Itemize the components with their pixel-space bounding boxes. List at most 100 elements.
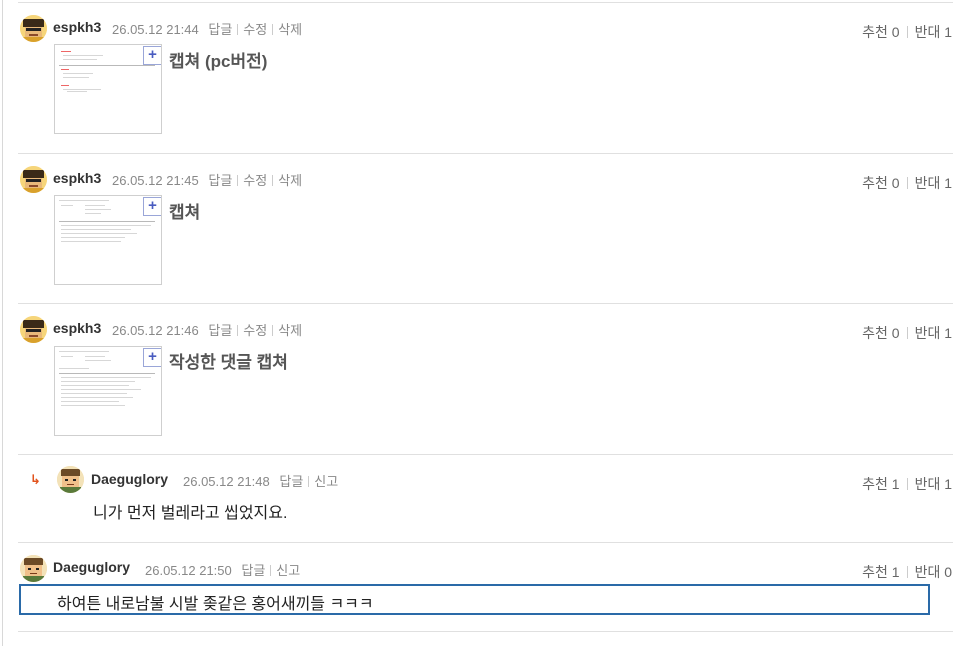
expand-icon[interactable]: + xyxy=(143,197,161,216)
image-thumbnail[interactable]: + xyxy=(54,346,162,436)
delete-link[interactable]: 삭제 xyxy=(278,22,302,37)
comment-meta: 26.05.12 21:50 답글 신고 xyxy=(145,560,300,579)
comment-datetime: 26.05.12 21:50 xyxy=(145,563,232,578)
image-thumbnail[interactable]: + xyxy=(54,44,162,134)
edit-link[interactable]: 수정 xyxy=(243,323,267,338)
report-link[interactable]: 신고 xyxy=(314,474,338,489)
avatar xyxy=(20,555,47,582)
comment-meta: 26.05.12 21:44 답글 수정 삭제 xyxy=(112,19,302,38)
comment-caption: 작성한 댓글 캡쳐 xyxy=(169,353,288,372)
thumbnail-detail xyxy=(67,91,87,92)
oppose-button[interactable]: 반대 1 xyxy=(915,325,952,341)
comment-author[interactable]: espkh3 xyxy=(53,320,101,336)
reply-link[interactable]: 답글 xyxy=(241,563,265,578)
thumbnail-detail xyxy=(59,351,109,352)
vote-box: 추천 1 반대 1 xyxy=(862,474,952,494)
reply-link[interactable]: 답글 xyxy=(208,323,232,338)
comment-caption: 캡쳐 (pc버전) xyxy=(169,52,268,71)
vote-box: 추천 0 반대 1 xyxy=(862,173,952,193)
thumbnail-detail xyxy=(59,373,155,374)
left-border-line xyxy=(2,0,3,646)
reply-link[interactable]: 답글 xyxy=(208,173,232,188)
thumbnail-detail xyxy=(85,360,111,361)
comment-author[interactable]: Daeguglory xyxy=(53,559,130,575)
thumbnail-detail xyxy=(61,405,125,406)
comment-meta: 26.05.12 21:48 답글 신고 xyxy=(183,471,338,490)
thumbnail-detail xyxy=(61,229,131,230)
vote-box: 추천 1 반대 0 xyxy=(862,562,952,582)
separator xyxy=(272,325,274,336)
comment-author[interactable]: Daeguglory xyxy=(91,471,168,487)
thumbnail-detail xyxy=(61,233,137,234)
vote-box: 추천 0 반대 1 xyxy=(862,323,952,343)
oppose-button[interactable]: 반대 1 xyxy=(915,175,952,191)
thumbnail-detail xyxy=(85,213,101,214)
thumbnail-detail xyxy=(59,368,89,369)
thumbnail-detail xyxy=(61,393,127,394)
thumbnail-detail xyxy=(61,225,151,226)
recommend-button[interactable]: 추천 1 xyxy=(862,476,899,492)
thumbnail-detail xyxy=(59,221,155,222)
image-thumbnail[interactable]: + xyxy=(54,195,162,285)
comment-datetime: 26.05.12 21:44 xyxy=(112,22,199,37)
expand-icon[interactable]: + xyxy=(143,46,161,65)
separator xyxy=(272,24,274,35)
report-link[interactable]: 신고 xyxy=(276,563,300,578)
recommend-button[interactable]: 추천 0 xyxy=(862,325,899,341)
reply-link[interactable]: 답글 xyxy=(208,22,232,37)
comment-datetime: 26.05.12 21:46 xyxy=(112,323,199,338)
recommend-button[interactable]: 추천 1 xyxy=(862,564,899,580)
thumbnail-detail xyxy=(59,200,109,201)
separator xyxy=(272,175,274,186)
comment-author[interactable]: espkh3 xyxy=(53,170,101,186)
thumbnail-detail xyxy=(63,73,93,74)
avatar xyxy=(20,15,47,42)
thumbnail-detail xyxy=(85,209,111,210)
divider xyxy=(18,542,953,543)
divider xyxy=(18,2,953,3)
comment-caption: 캡쳐 xyxy=(169,203,201,222)
avatar xyxy=(20,316,47,343)
edit-link[interactable]: 수정 xyxy=(243,173,267,188)
reply-link[interactable]: 답글 xyxy=(279,474,303,489)
comment-text: 니가 먼저 벌레라고 씹었지요. xyxy=(93,505,288,522)
reply-arrow-icon: ↳ xyxy=(30,472,41,487)
thumbnail-detail xyxy=(61,85,69,86)
thumbnail-detail xyxy=(63,89,101,90)
avatar xyxy=(57,466,84,493)
comment-datetime: 26.05.12 21:45 xyxy=(112,173,199,188)
oppose-button[interactable]: 반대 1 xyxy=(915,24,952,40)
thumbnail-detail xyxy=(61,385,129,386)
avatar xyxy=(20,166,47,193)
expand-icon[interactable]: + xyxy=(143,348,161,367)
separator xyxy=(270,565,272,576)
divider xyxy=(18,153,953,154)
comment-author[interactable]: espkh3 xyxy=(53,19,101,35)
thumbnail-detail xyxy=(59,65,155,66)
edit-link[interactable]: 수정 xyxy=(243,22,267,37)
separator xyxy=(906,26,908,38)
separator xyxy=(308,476,310,487)
thumbnail-detail xyxy=(61,241,121,242)
separator xyxy=(906,177,908,189)
thumbnail-detail xyxy=(61,237,125,238)
separator xyxy=(237,175,239,186)
thumbnail-detail xyxy=(61,381,135,382)
thumbnail-detail xyxy=(61,377,151,378)
recommend-button[interactable]: 추천 0 xyxy=(862,175,899,191)
thumbnail-detail xyxy=(85,356,105,357)
thumbnail-detail xyxy=(61,205,73,206)
thumbnail-detail xyxy=(63,59,97,60)
delete-link[interactable]: 삭제 xyxy=(278,173,302,188)
thumbnail-detail xyxy=(61,356,73,357)
divider xyxy=(18,454,953,455)
thumbnail-detail xyxy=(63,55,103,56)
comment-meta: 26.05.12 21:45 답글 수정 삭제 xyxy=(112,170,302,189)
divider xyxy=(18,631,953,632)
delete-link[interactable]: 삭제 xyxy=(278,323,302,338)
thumbnail-detail xyxy=(85,205,105,206)
recommend-button[interactable]: 추천 0 xyxy=(862,24,899,40)
oppose-button[interactable]: 반대 1 xyxy=(915,476,952,492)
oppose-button[interactable]: 반대 0 xyxy=(915,564,952,580)
thumbnail-detail xyxy=(61,69,69,70)
